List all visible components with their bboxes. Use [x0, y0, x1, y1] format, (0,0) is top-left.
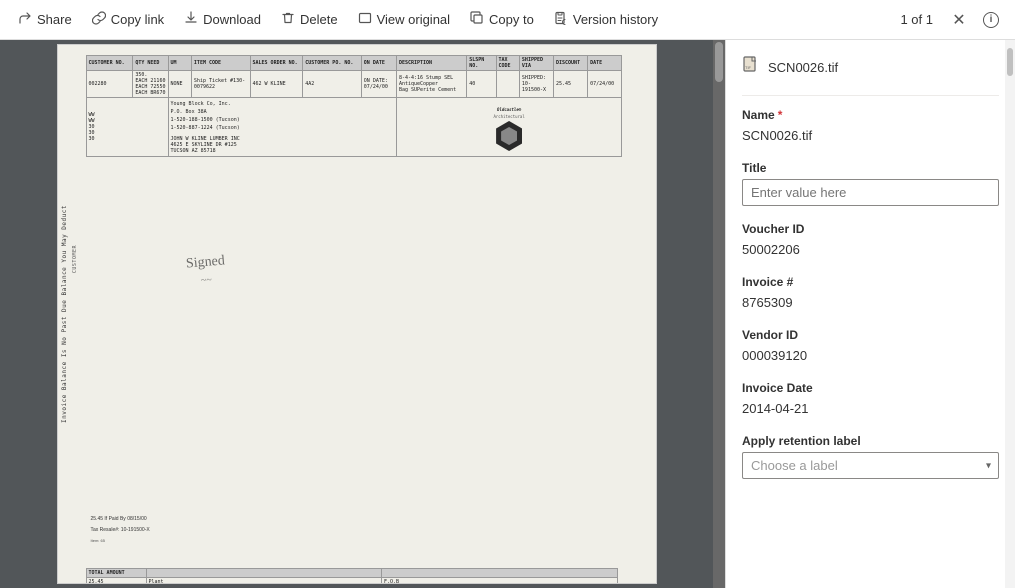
view-original-icon — [358, 11, 372, 28]
name-label: Name * — [742, 108, 999, 122]
file-header: TIF SCN0026.tif — [742, 56, 999, 79]
name-required-marker: * — [778, 108, 783, 122]
invoice-image: Invoice Balance Is No Past Due Balance Y… — [57, 44, 657, 584]
share-icon — [18, 11, 32, 28]
toolbar: Share Copy link Download Delete View ori… — [0, 0, 1015, 40]
invoice-date-label: Invoice Date — [742, 381, 999, 395]
title-field-group: Title — [742, 161, 999, 206]
close-button[interactable]: ✕ — [943, 4, 975, 36]
share-button[interactable]: Share — [8, 2, 82, 38]
name-value: SCN0026.tif — [742, 126, 999, 145]
invoice-num-label: Invoice # — [742, 275, 999, 289]
scrollbar-thumb[interactable] — [715, 42, 723, 82]
retention-label-label: Apply retention label — [742, 434, 999, 448]
copy-to-button[interactable]: Copy to — [460, 2, 544, 38]
invoice-num-field-group: Invoice # 8765309 — [742, 275, 999, 312]
copy-link-button[interactable]: Copy link — [82, 2, 174, 38]
invoice-date-value: 2014-04-21 — [742, 399, 999, 418]
right-panel: TIF SCN0026.tif Name * SCN0026.tif Title — [725, 40, 1015, 588]
file-name-header: SCN0026.tif — [768, 60, 838, 75]
retention-label-field-group: Apply retention label Choose a label ▾ — [742, 434, 999, 479]
invoice-num-value: 8765309 — [742, 293, 999, 312]
version-history-icon — [554, 11, 568, 28]
vendor-id-field-group: Vendor ID 000039120 — [742, 328, 999, 365]
close-icon: ✕ — [952, 10, 965, 30]
copy-to-icon — [470, 11, 484, 28]
view-original-button[interactable]: View original — [348, 2, 460, 38]
page-indicator: 1 of 1 — [890, 12, 943, 27]
document-scrollbar[interactable] — [713, 40, 725, 588]
document-page: Invoice Balance Is No Past Due Balance Y… — [57, 44, 657, 584]
info-icon: i — [983, 12, 999, 28]
vendor-id-label: Vendor ID — [742, 328, 999, 342]
copy-link-icon — [92, 11, 106, 28]
info-button[interactable]: i — [975, 4, 1007, 36]
voucher-id-label: Voucher ID — [742, 222, 999, 236]
svg-text:TIF: TIF — [745, 65, 752, 70]
retention-select-wrapper: Choose a label ▾ — [742, 452, 999, 479]
invoice-date-field-group: Invoice Date 2014-04-21 — [742, 381, 999, 418]
file-type-icon: TIF — [742, 56, 760, 79]
main-content: Invoice Balance Is No Past Due Balance Y… — [0, 40, 1015, 588]
version-history-button[interactable]: Version history — [544, 2, 668, 38]
document-viewer: Invoice Balance Is No Past Due Balance Y… — [0, 40, 725, 588]
download-icon — [184, 11, 198, 28]
voucher-id-value: 50002206 — [742, 240, 999, 259]
vendor-id-value: 000039120 — [742, 346, 999, 365]
right-panel-content: TIF SCN0026.tif Name * SCN0026.tif Title — [726, 40, 1015, 588]
delete-button[interactable]: Delete — [271, 2, 348, 38]
retention-select[interactable]: Choose a label — [742, 452, 999, 479]
download-button[interactable]: Download — [174, 2, 271, 38]
right-panel-scrollbar[interactable] — [1005, 40, 1015, 588]
delete-icon — [281, 11, 295, 28]
title-input[interactable] — [742, 179, 999, 206]
voucher-id-field-group: Voucher ID 50002206 — [742, 222, 999, 259]
name-field-group: Name * SCN0026.tif — [742, 108, 999, 145]
right-panel-scrollbar-thumb[interactable] — [1007, 48, 1013, 76]
divider-1 — [742, 95, 999, 96]
title-label: Title — [742, 161, 999, 175]
